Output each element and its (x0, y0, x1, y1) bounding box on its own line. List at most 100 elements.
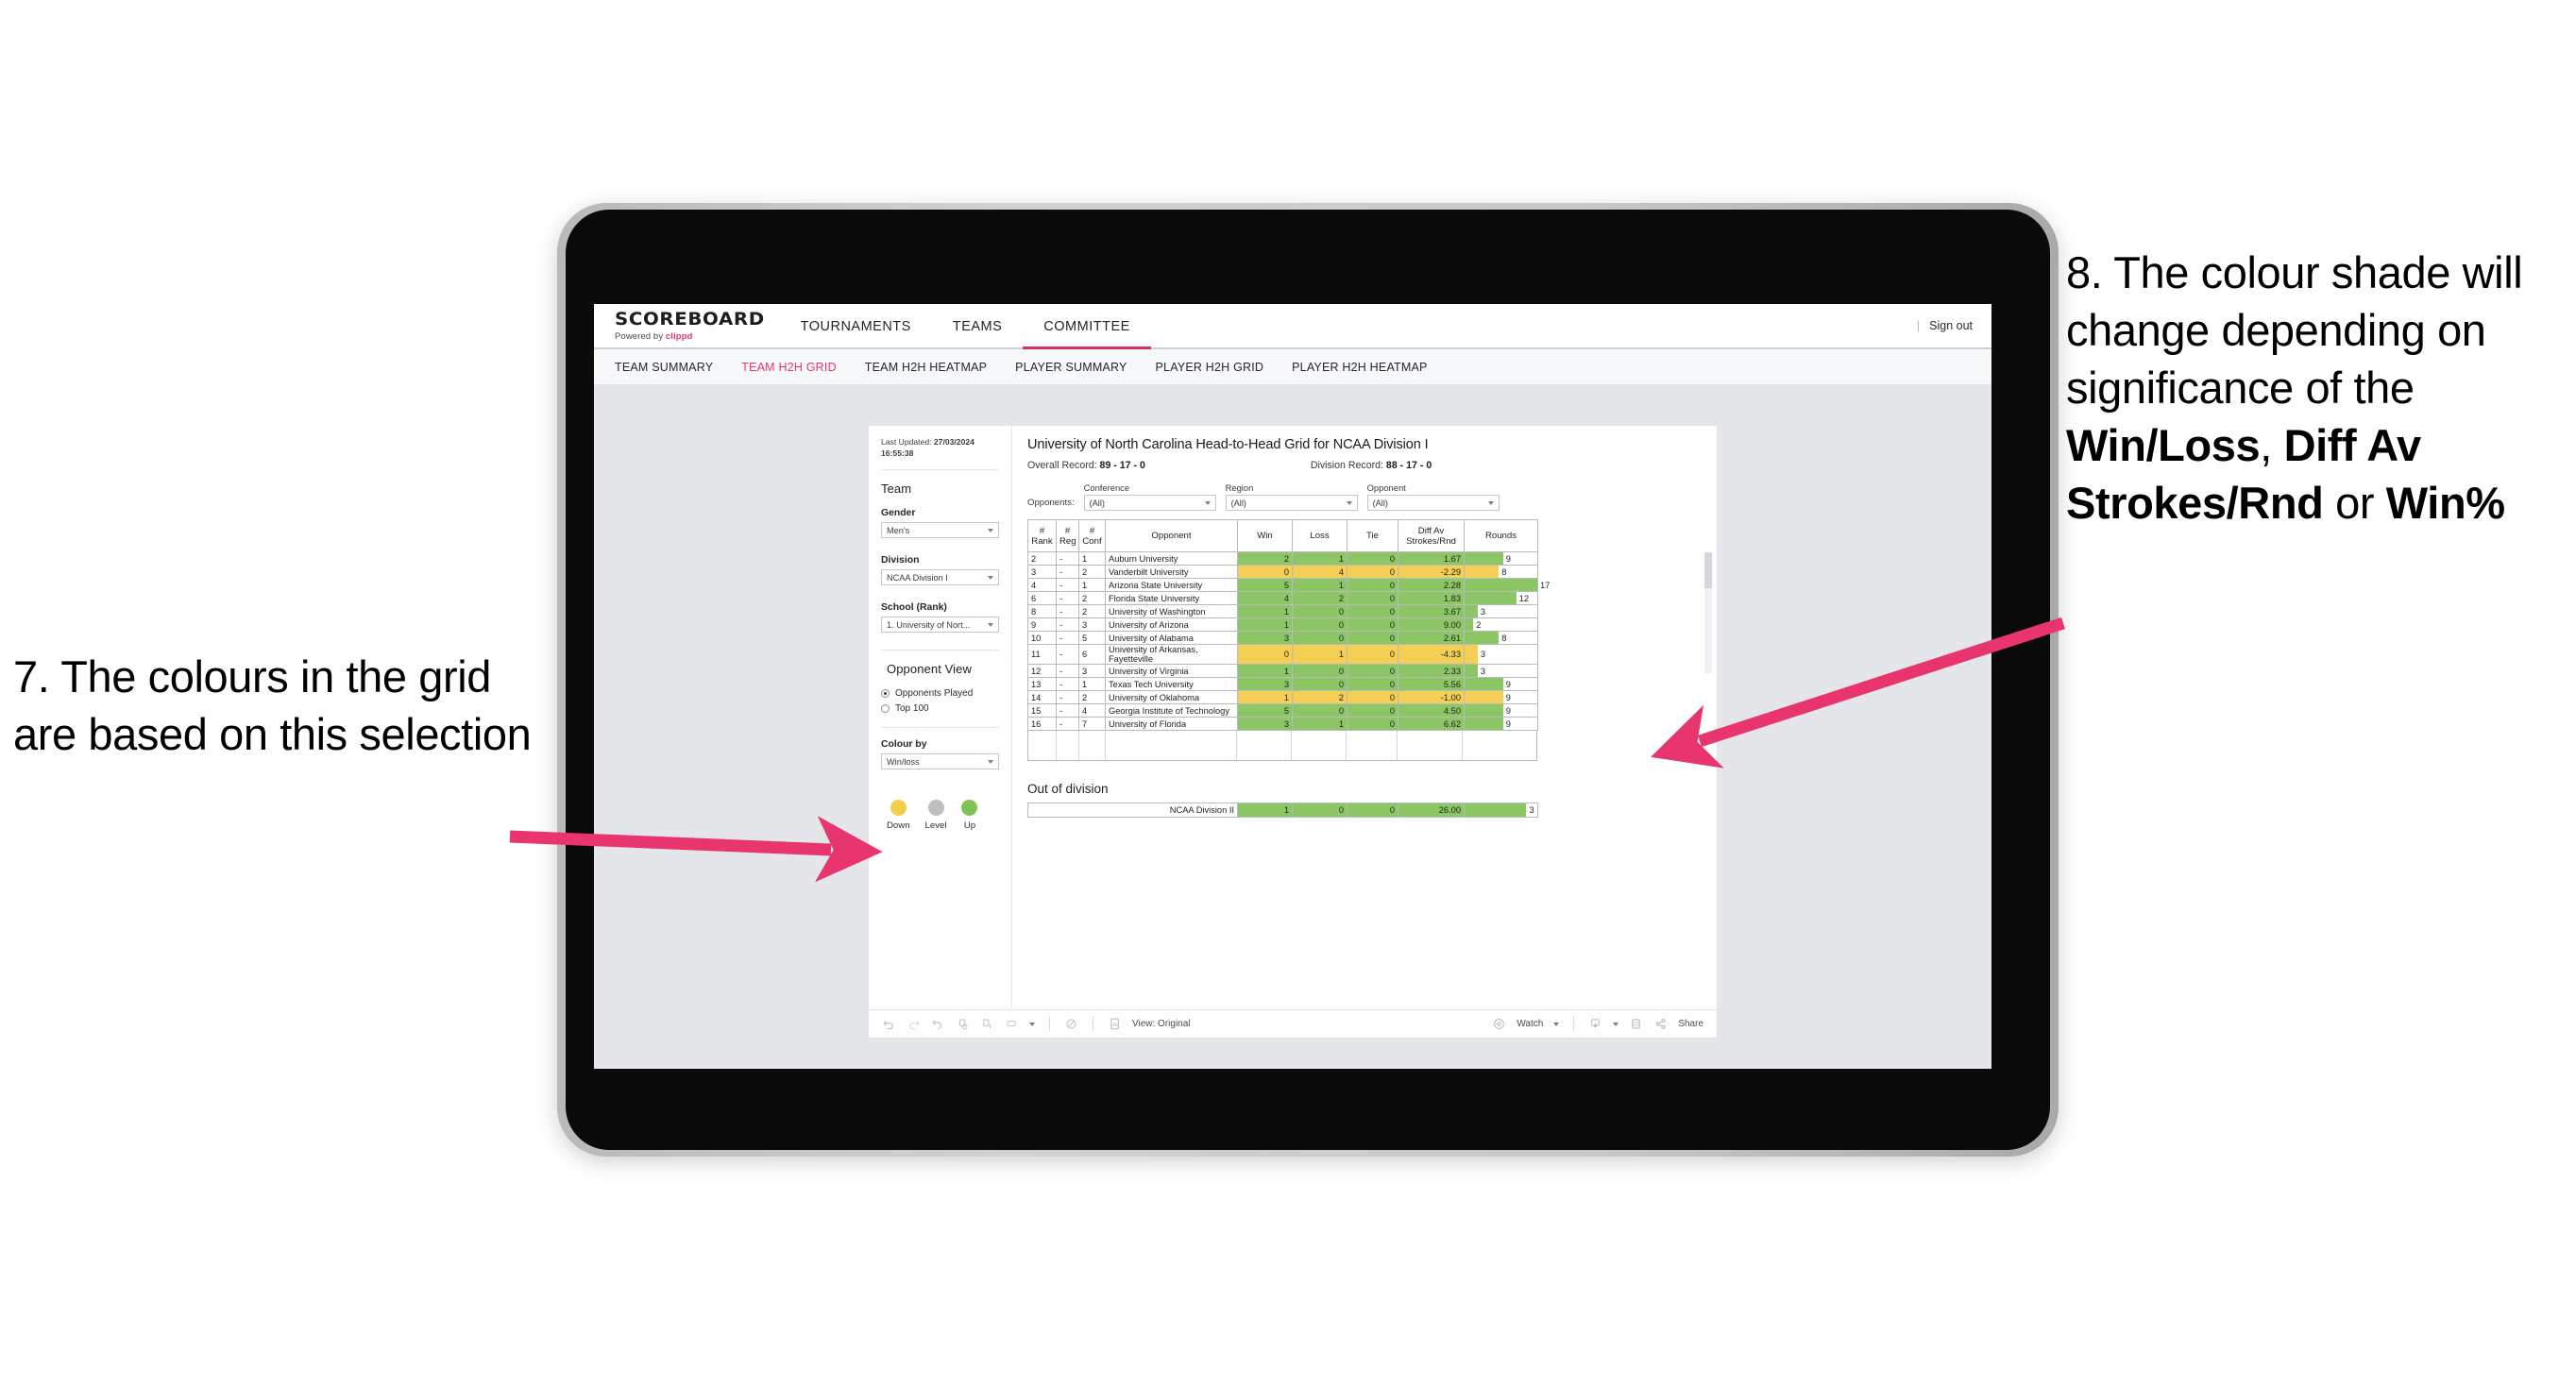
cell-conf: 2 (1078, 690, 1106, 704)
cell-rounds: 3 (1464, 664, 1538, 678)
out-of-division-title: Out of division (1027, 782, 1109, 796)
view-original-icon[interactable] (1108, 1017, 1122, 1031)
pause-auto-updates-icon[interactable] (1064, 1017, 1078, 1031)
subnav-item-team-h2h-heatmap[interactable]: TEAM H2H HEATMAP (865, 361, 987, 374)
division-select[interactable]: NCAA Division I (881, 569, 999, 586)
filter-region-select[interactable]: (All) (1225, 495, 1358, 511)
table-row[interactable]: 2-1 Auburn University 2 1 0 1.67 9 (1027, 551, 1538, 566)
redo-icon[interactable] (907, 1017, 921, 1031)
cell-win: 1 (1237, 617, 1293, 632)
cell-rank: 11 (1027, 644, 1057, 665)
ood-cell-tie: 0 (1347, 803, 1398, 818)
table-row[interactable]: 15-4 Georgia Institute of Technology 5 0 0 4.… (1027, 703, 1538, 718)
cell-rounds: 2 (1464, 617, 1538, 632)
cell-rank: 16 (1027, 717, 1057, 731)
brand-powered-prefix: Powered by (615, 330, 666, 342)
table-row[interactable]: 10-5 University of Alabama 3 0 0 2.61 8 (1027, 631, 1538, 645)
table-row[interactable]: 16-7 University of Florida 3 1 0 6.62 9 (1027, 717, 1538, 731)
refresh-data-icon[interactable] (956, 1017, 970, 1031)
colour-by-select[interactable]: Win/loss (881, 753, 999, 770)
toolbar-divider-3 (1573, 1017, 1575, 1031)
topnav-item-tournaments[interactable]: TOURNAMENTS (780, 306, 932, 349)
gender-select[interactable]: Men's (881, 522, 999, 539)
chevron-down-icon (1204, 500, 1211, 505)
cell-loss: 2 (1292, 690, 1347, 704)
sign-out-link[interactable]: Sign out (1929, 319, 1973, 332)
viz-main: University of North Carolina Head-to-Hea… (1012, 426, 1717, 1009)
cell-loss: 1 (1292, 644, 1347, 665)
cell-diff: 1.83 (1398, 591, 1465, 605)
radio-top-100[interactable]: Top 100 (881, 703, 999, 714)
radio-icon-selected (881, 689, 890, 699)
radio-opponents-played[interactable]: Opponents Played (881, 688, 999, 699)
device-layout-icon[interactable] (1005, 1017, 1019, 1031)
cell-tie: 0 (1347, 604, 1398, 618)
cell-conf: 7 (1078, 717, 1106, 731)
filter-conference: Conference (All) (1083, 482, 1216, 511)
table-row[interactable]: 14-2 University of Oklahoma 1 2 0 -1.00 9 (1027, 690, 1538, 704)
table-scrollbar[interactable] (1704, 552, 1712, 673)
school-select[interactable]: 1. University of Nort... (881, 617, 999, 634)
ood-cell-loss: 0 (1292, 803, 1347, 818)
subnav-item-player-h2h-grid[interactable]: PLAYER H2H GRID (1156, 361, 1264, 374)
ood-cell-diff: 26.00 (1398, 803, 1465, 818)
records-row: Overall Record: 89 - 17 - 0 Division Rec… (1027, 460, 1703, 471)
viz-toolbar: View: Original Watch Share (869, 1009, 1717, 1038)
cell-reg: - (1056, 551, 1079, 566)
table-scrollbar-thumb[interactable] (1704, 552, 1712, 588)
watch-icon[interactable] (1492, 1017, 1506, 1031)
overall-record: Overall Record: 89 - 17 - 0 (1027, 460, 1145, 471)
cell-loss: 1 (1292, 717, 1347, 731)
topnav-item-committee[interactable]: COMMITTEE (1023, 306, 1151, 349)
chevron-down-icon[interactable] (1613, 1022, 1619, 1026)
table-row[interactable]: 3-2 Vanderbilt University 0 4 0 -2.29 8 (1027, 565, 1538, 579)
subnav-item-team-h2h-grid[interactable]: TEAM H2H GRID (741, 361, 837, 374)
undo-icon[interactable] (882, 1017, 896, 1031)
fullscreen-icon[interactable] (1629, 1017, 1643, 1031)
subnav-item-player-h2h-heatmap[interactable]: PLAYER H2H HEATMAP (1292, 361, 1427, 374)
cell-rounds: 9 (1464, 717, 1538, 731)
subnav-item-team-summary[interactable]: TEAM SUMMARY (615, 361, 713, 374)
radio-icon-unselected (881, 704, 890, 714)
cell-opponent: University of Alabama (1105, 631, 1238, 645)
filter-opponent-select[interactable]: (All) (1366, 495, 1500, 511)
topnav-item-teams[interactable]: TEAMS (932, 306, 1023, 349)
table-body: 2-1 Auburn University 2 1 0 1.67 9 3-2 Vanderbil… (1027, 551, 1550, 731)
ood-cell-opponent: NCAA Division II (1027, 803, 1238, 818)
share-label[interactable]: Share (1678, 1019, 1703, 1029)
division-value: NCAA Division I (887, 572, 948, 583)
table-row[interactable]: 9-3 University of Arizona 1 0 0 9.00 2 (1027, 617, 1538, 632)
filter-conference-select[interactable]: (All) (1083, 495, 1216, 511)
download-icon[interactable] (1588, 1017, 1602, 1031)
chevron-down-icon[interactable] (1553, 1022, 1560, 1026)
table-row[interactable]: 12-3 University of Virginia 1 0 0 2.33 3 (1027, 664, 1538, 678)
watch-label[interactable]: Watch (1517, 1019, 1543, 1029)
table-header-cell: # Rank (1027, 519, 1057, 552)
cell-rounds: 3 (1464, 644, 1538, 665)
table-row[interactable]: 13-1 Texas Tech University 3 0 0 5.56 9 (1027, 677, 1538, 691)
pause-data-icon[interactable] (980, 1017, 994, 1031)
table-row[interactable]: 11-6 University of Arkansas, Fayetteville… (1027, 644, 1538, 665)
cell-tie: 0 (1347, 617, 1398, 632)
chevron-down-icon[interactable] (1029, 1022, 1035, 1026)
revert-icon[interactable] (931, 1017, 945, 1031)
cell-conf: 2 (1078, 591, 1106, 605)
cell-opponent: Florida State University (1105, 591, 1238, 605)
table-header-cell: Opponent (1105, 519, 1238, 552)
out-of-division-row[interactable]: NCAA Division II 1 0 0 26.00 3 (1027, 803, 1538, 818)
h2h-grid-wrapper: # Rank # Reg # Conf Opponent Win Loss Tie Diff Av S… (1027, 519, 1712, 761)
table-row[interactable]: 6-2 Florida State University 4 2 0 1.83 12 (1027, 591, 1538, 605)
table-row[interactable]: 4-1 Arizona State University 5 1 0 2.28 17 (1027, 578, 1550, 592)
radio-opponents-played-label: Opponents Played (895, 688, 974, 700)
cell-tie: 0 (1347, 690, 1398, 704)
cell-loss: 4 (1292, 565, 1347, 579)
subnav-item-player-summary[interactable]: PLAYER SUMMARY (1015, 361, 1127, 374)
cell-reg: - (1056, 717, 1079, 731)
filter-region-label: Region (1225, 482, 1254, 493)
view-original-label[interactable]: View: Original (1132, 1019, 1191, 1029)
cell-win: 1 (1237, 690, 1293, 704)
top-navigation: TOURNAMENTS TEAMS COMMITTEE (780, 304, 1151, 349)
last-updated: Last Updated: 27/03/2024 16:55:38 (881, 437, 999, 459)
table-row[interactable]: 8-2 University of Washington 1 0 0 3.67 3 (1027, 604, 1538, 618)
share-icon[interactable] (1653, 1017, 1668, 1031)
